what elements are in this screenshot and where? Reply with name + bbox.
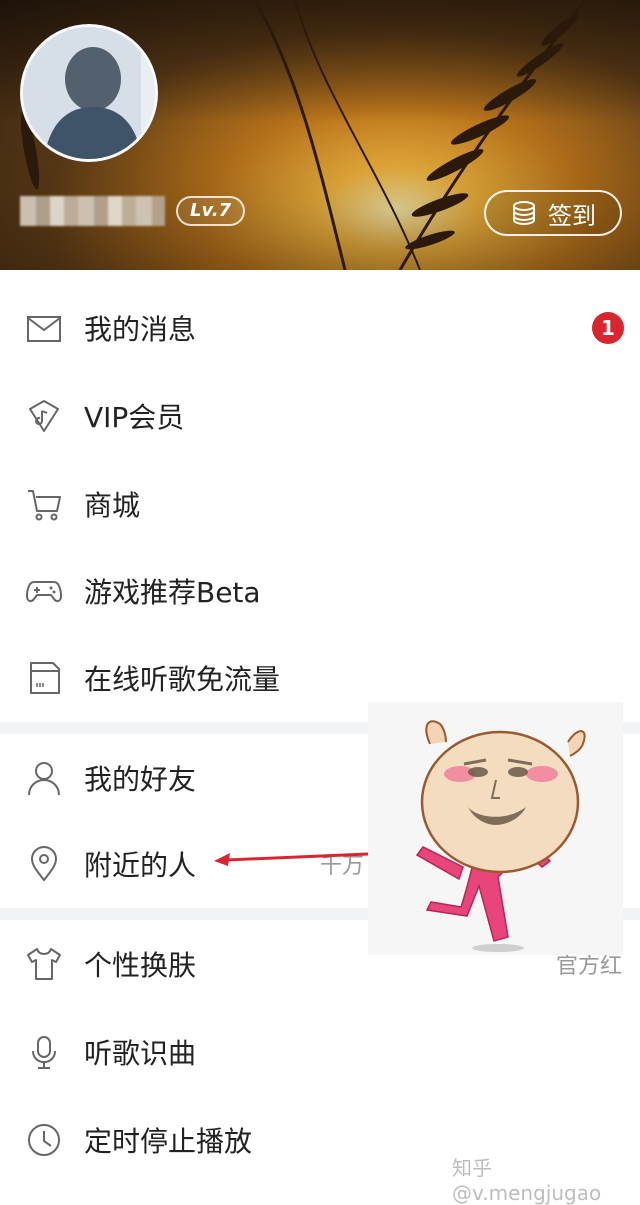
envelope-icon [24,308,64,348]
username-blurred [20,196,165,226]
checkin-button[interactable]: 签到 [484,190,622,236]
menu-label-store: 商城 [84,489,141,522]
menu-item-store[interactable]: 商城 [0,460,640,548]
checkin-label: 签到 [548,201,596,230]
red-arrow-annotation [214,852,369,866]
menu-item-vip[interactable]: VIP会员 [0,372,640,460]
meme-character [415,720,586,952]
sim-card-icon [24,658,64,698]
menu-item-music-recognition[interactable]: 听歌识曲 [0,1008,640,1096]
level-badge: Lv.7 [176,196,246,226]
location-pin-icon [24,844,64,884]
avatar-photo [23,27,155,159]
menu-label-nearby: 附近的人 [84,849,197,882]
profile-header: Lv.7 签到 [0,0,640,270]
avatar[interactable] [20,24,158,162]
menu-label-free-data: 在线听歌免流量 [84,663,281,696]
clock-icon [24,1120,64,1160]
menu-label-sleep-timer: 定时停止播放 [84,1125,253,1158]
tshirt-icon [24,944,64,984]
menu-label-games: 游戏推荐Beta [84,576,261,609]
coins-icon [513,201,535,226]
menu-label-skin: 个性换肤 [84,949,197,982]
menu-label-vip: VIP会员 [84,401,185,434]
unread-badge: 1 [592,312,624,344]
menu-item-messages[interactable]: 我的消息 1 [0,284,640,372]
menu-label-messages: 我的消息 [84,313,197,346]
menu-item-games[interactable]: 游戏推荐Beta [0,547,640,635]
person-icon [24,758,64,798]
meme-sticker [368,702,623,955]
gamepad-icon [24,571,64,611]
watermark: 知乎 @v.mengjugao [452,1156,602,1205]
menu-label-music-recognition: 听歌识曲 [84,1037,197,1070]
cart-icon [24,484,64,524]
menu-label-friends: 我的好友 [84,763,197,796]
microphone-icon [24,1032,64,1072]
vip-diamond-icon [24,396,64,436]
